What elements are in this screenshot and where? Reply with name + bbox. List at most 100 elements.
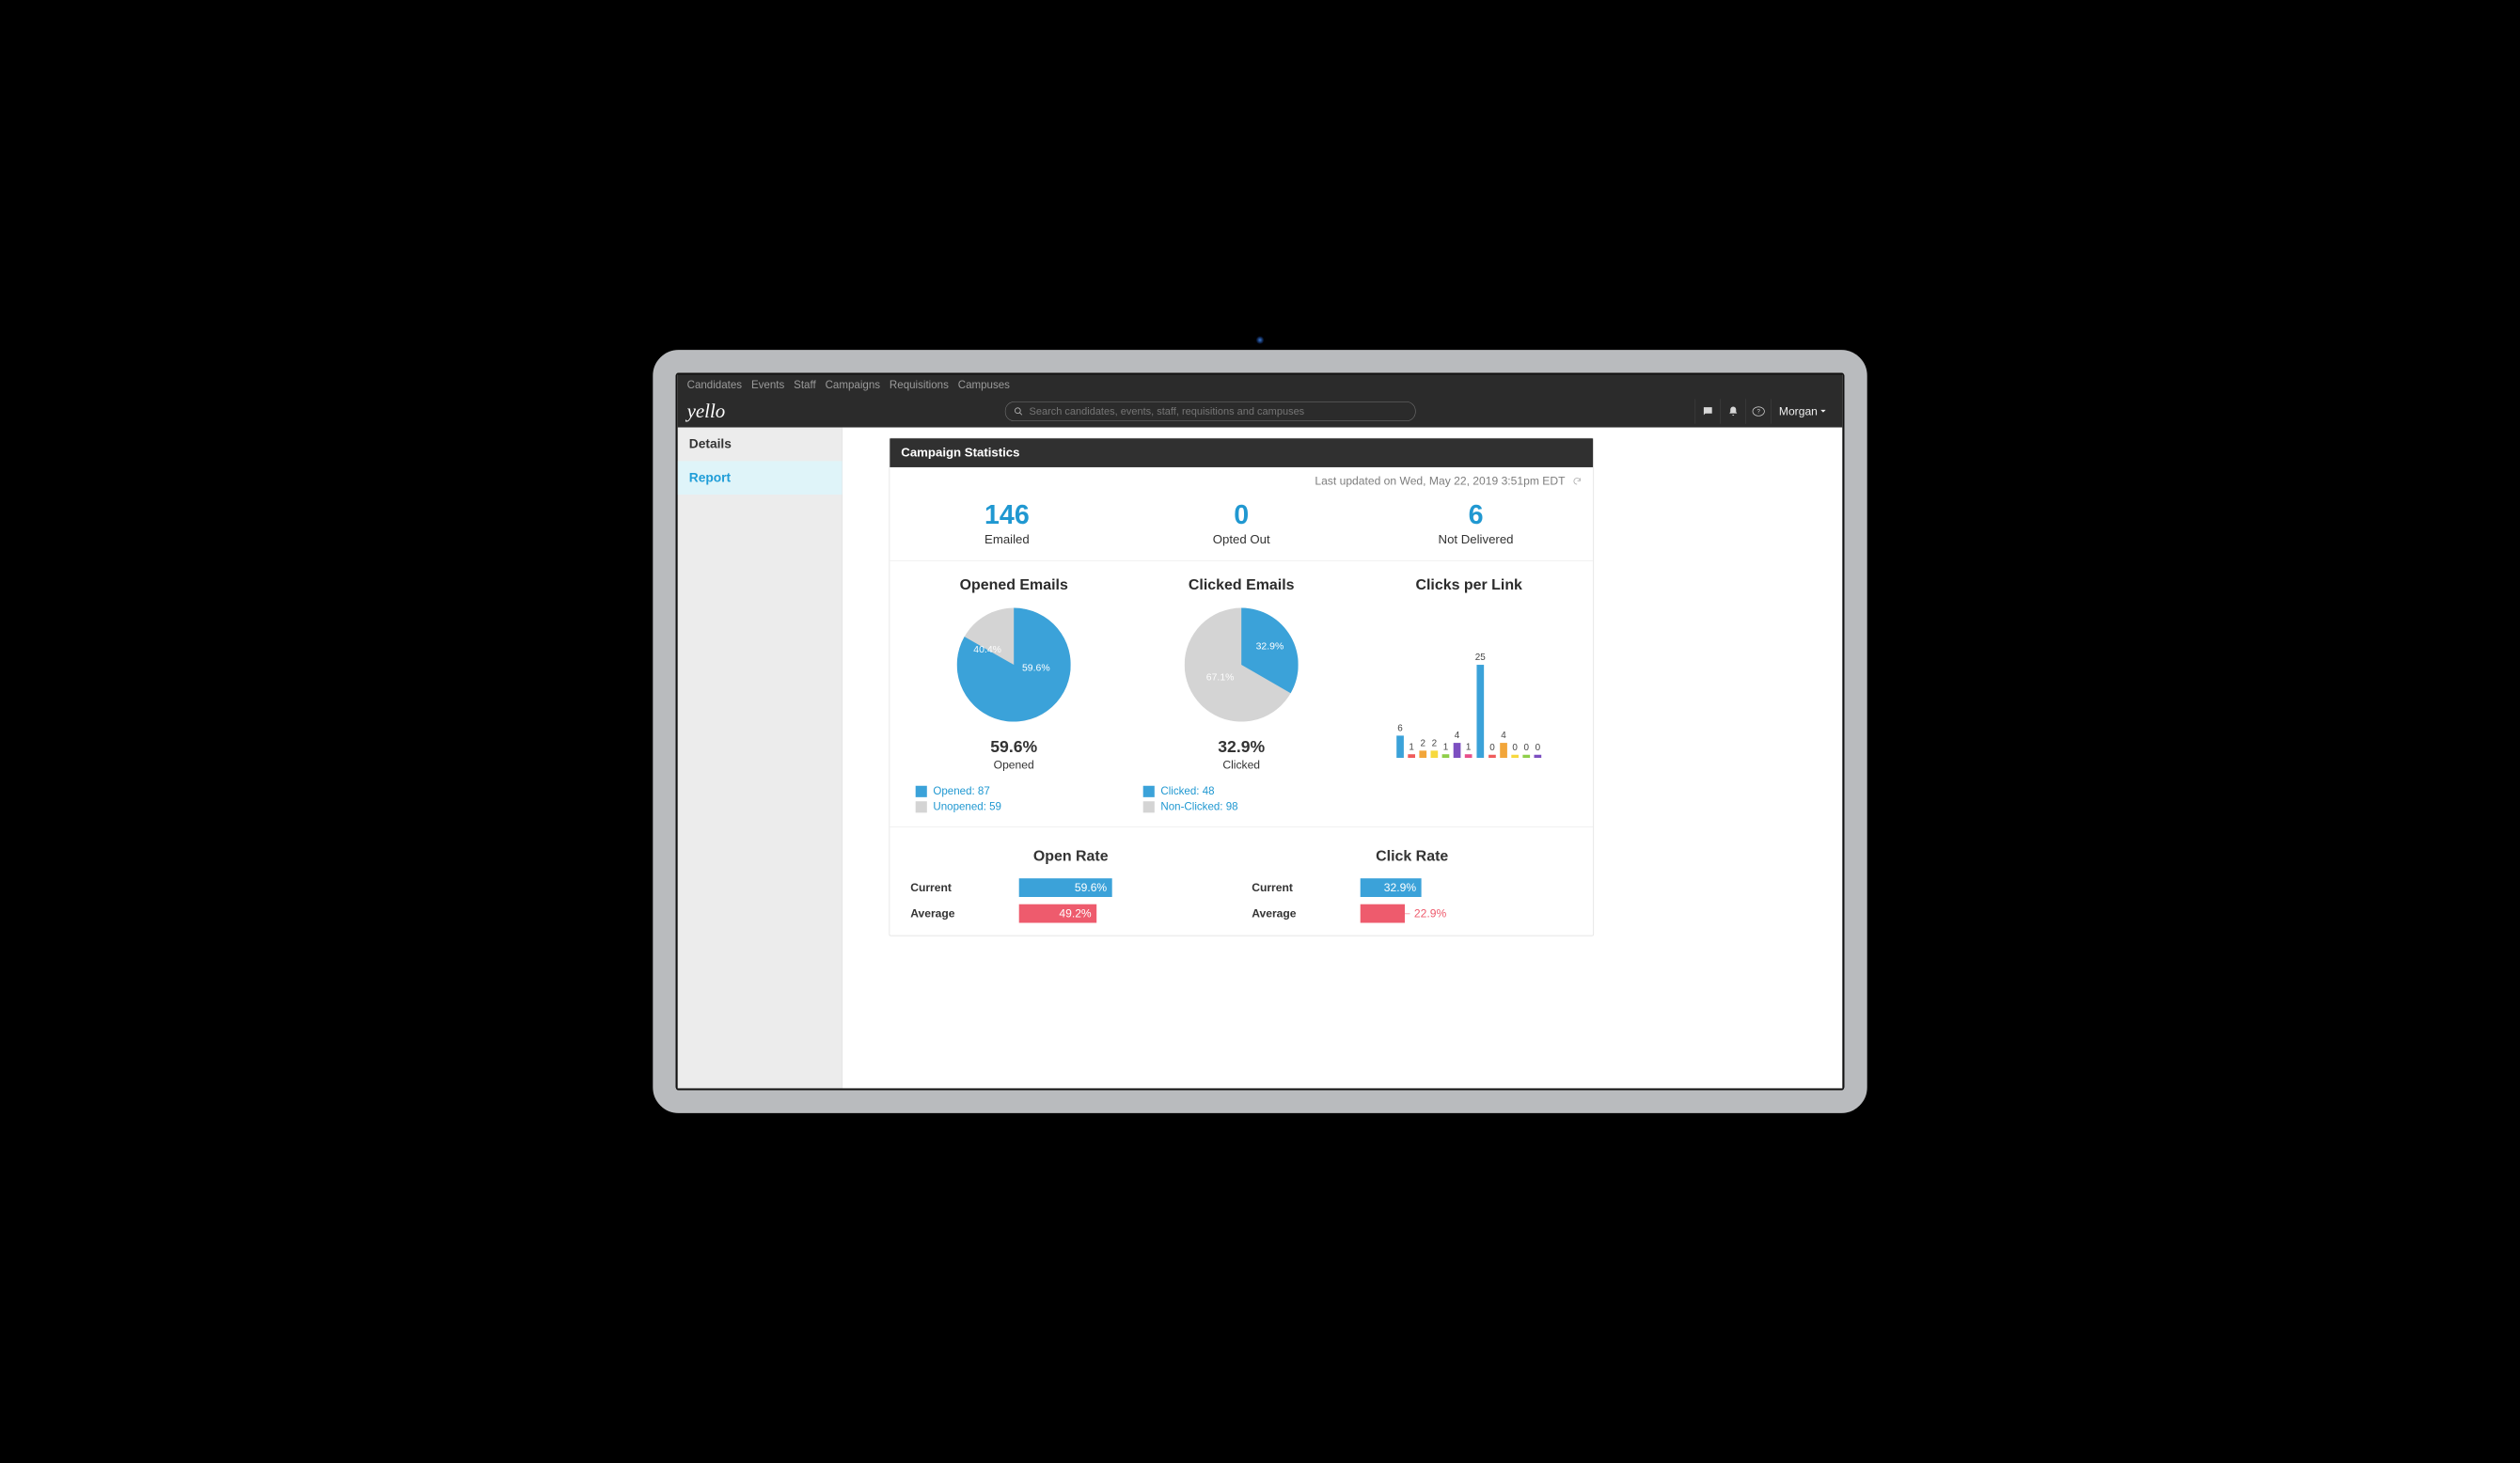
search-input[interactable] [1028, 405, 1407, 418]
open-rate-average-row: Average 49.2% [900, 905, 1241, 923]
opened-legend1[interactable]: Opened: 87 [933, 785, 989, 797]
bar-value-label: 4 [1501, 730, 1506, 741]
header-bar: yello ? Morgan [678, 396, 1843, 428]
menu-campuses[interactable]: Campuses [958, 379, 1010, 391]
open-rate-current-bar: 59.6% [1019, 878, 1112, 897]
bar [1522, 755, 1530, 758]
sidebar-item-report[interactable]: Report [678, 461, 843, 495]
menu-requisitions[interactable]: Requisitions [890, 379, 949, 391]
kpi-not-delivered: 6 Not Delivered [1359, 501, 1593, 546]
click-rate-current-row: Current 32.9% [1241, 878, 1583, 897]
bar [1465, 754, 1473, 758]
bar-column: 0 [1535, 742, 1542, 758]
click-rate-average-label: Average [1241, 906, 1361, 920]
click-rate-average-row: Average 22.9% [1241, 905, 1583, 923]
legend-swatch-blue [916, 786, 927, 797]
kpi-emailed-value: 146 [890, 501, 1124, 528]
clicked-title: Clicked Emails [1189, 576, 1295, 593]
click-rate-current-label: Current [1241, 881, 1361, 894]
menu-campaigns[interactable]: Campaigns [826, 379, 880, 391]
clicked-slice2-label: 67.1% [1206, 672, 1235, 684]
bar [1511, 755, 1519, 758]
bell-icon[interactable] [1721, 399, 1746, 423]
open-rate-title: Open Rate [900, 848, 1241, 865]
bar-value-label: 1 [1443, 741, 1449, 752]
opened-legend: Opened: 87 Unopened: 59 [900, 785, 1001, 816]
bar [1396, 735, 1404, 758]
opened-legend2[interactable]: Unopened: 59 [933, 801, 1001, 813]
kpi-not-delivered-label: Not Delivered [1359, 532, 1593, 546]
bar-value-label: 0 [1536, 742, 1541, 753]
search-icon [1014, 407, 1023, 417]
clicked-legend1[interactable]: Clicked: 48 [1160, 785, 1214, 797]
open-rate-current-row: Current 59.6% [900, 878, 1241, 897]
bar-column: 2 [1431, 737, 1439, 758]
bar-column: 4 [1500, 730, 1507, 758]
bar-value-label: 6 [1397, 723, 1403, 734]
bar-column: 1 [1442, 741, 1450, 758]
last-updated-text: Last updated on Wed, May 22, 2019 3:51pm… [1315, 475, 1565, 488]
chat-icon[interactable] [1695, 399, 1721, 423]
bar-value-label: 4 [1455, 730, 1460, 741]
bar-value-label: 0 [1489, 742, 1495, 753]
bar-column: 25 [1476, 652, 1485, 758]
open-rate-panel: Open Rate Current 59.6% Average 49.2% [900, 848, 1241, 930]
bar-column: 0 [1511, 742, 1519, 758]
opened-slice2-label: 40.4% [973, 644, 1001, 655]
menu-events[interactable]: Events [751, 379, 784, 391]
kpi-row: 146 Emailed 0 Opted Out 6 Not Delivered [890, 496, 1593, 561]
bar-column: 4 [1454, 730, 1461, 758]
laptop-camera [1256, 337, 1264, 344]
bar [1476, 665, 1484, 758]
click-rate-title: Click Rate [1241, 848, 1583, 865]
clicked-legend: Clicked: 48 Non-Clicked: 98 [1127, 785, 1237, 816]
refresh-icon[interactable] [1572, 477, 1582, 486]
clicked-caption: Clicked [1222, 759, 1260, 772]
clicked-legend2[interactable]: Non-Clicked: 98 [1160, 801, 1237, 813]
click-rate-panel: Click Rate Current 32.9% Average 22.9% [1241, 848, 1583, 930]
kpi-emailed-label: Emailed [890, 532, 1124, 546]
user-menu[interactable]: Morgan [1772, 399, 1834, 423]
clicked-percent: 32.9% [1218, 737, 1265, 756]
opened-percent: 59.6% [990, 737, 1037, 756]
menu-staff[interactable]: Staff [794, 379, 816, 391]
bar-column: 2 [1419, 737, 1426, 758]
sidebar: Details Report [678, 428, 843, 1089]
bar-value-label: 0 [1512, 742, 1518, 753]
clicks-per-link-panel: Clicks per Link 61221412504000 [1355, 576, 1583, 816]
bar [1431, 750, 1439, 758]
bar-value-label: 1 [1466, 741, 1472, 752]
opened-title: Opened Emails [960, 576, 1068, 593]
bar [1419, 750, 1426, 758]
bar-value-label: 0 [1523, 742, 1529, 753]
bar [1442, 754, 1450, 758]
top-menu: Candidates Events Staff Campaigns Requis… [678, 375, 1843, 396]
campaign-stats-panel: Campaign Statistics Last updated on Wed,… [890, 438, 1594, 936]
help-icon[interactable]: ? [1746, 399, 1772, 423]
clicked-slice1-label: 32.9% [1256, 641, 1284, 653]
bar-column: 0 [1522, 742, 1530, 758]
legend-swatch-blue [1143, 786, 1155, 797]
click-rate-current-bar: 32.9% [1361, 878, 1422, 897]
bar-column: 0 [1488, 742, 1496, 758]
click-rate-average-value: 22.9% [1414, 906, 1446, 920]
bar-value-label: 25 [1475, 652, 1486, 663]
open-rate-average-label: Average [900, 906, 1019, 920]
content-area: Campaign Statistics Last updated on Wed,… [843, 428, 1842, 1089]
svg-text:?: ? [1757, 408, 1761, 415]
menu-candidates[interactable]: Candidates [687, 379, 742, 391]
kpi-opted-out-label: Opted Out [1125, 532, 1359, 546]
kpi-opted-out-value: 0 [1125, 501, 1359, 528]
bar-column: 6 [1396, 723, 1404, 759]
sidebar-item-details[interactable]: Details [678, 428, 843, 462]
panel-title: Campaign Statistics [890, 438, 1593, 467]
app-screen: Candidates Events Staff Campaigns Requis… [678, 375, 1843, 1089]
opened-pie-chart: 59.6% 40.4% [957, 608, 1071, 722]
search-box[interactable] [1005, 401, 1416, 421]
legend-swatch-grey [916, 801, 927, 812]
bar [1454, 743, 1461, 758]
laptop-frame: Candidates Events Staff Campaigns Requis… [653, 350, 1866, 1113]
opened-emails-panel: Opened Emails 59.6% 40.4% 59.6% Opened [900, 576, 1127, 816]
kpi-emailed: 146 Emailed [890, 501, 1124, 546]
bar-column: 1 [1465, 741, 1473, 758]
